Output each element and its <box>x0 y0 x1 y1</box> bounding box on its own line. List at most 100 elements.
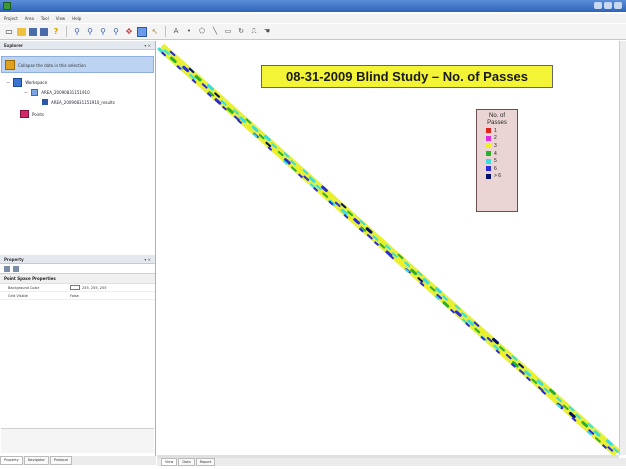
zoom-full-icon[interactable]: ⚲ <box>111 27 121 37</box>
tab-navigator[interactable]: Navigator <box>23 456 49 465</box>
zoom-extent-icon[interactable]: ⚲ <box>98 27 108 37</box>
categorized-icon[interactable] <box>4 265 10 272</box>
legend-item: > 6 <box>486 173 514 181</box>
minimize-icon[interactable] <box>594 2 602 9</box>
property-panel: Property ▾ × Point Space Properties Back… <box>0 255 155 461</box>
property-row[interactable]: Background Color 255, 255, 255 <box>0 284 155 292</box>
legend: No. of Passes 1 2 3 4 5 6 > 6 <box>476 109 518 212</box>
legend-label: 3 <box>494 142 497 149</box>
explorer-header: Explorer ▾ × <box>0 41 155 50</box>
new-icon[interactable]: ▭ <box>4 27 14 37</box>
tab-report[interactable]: Report <box>195 458 216 466</box>
zoom-in-icon[interactable]: ⚲ <box>72 27 82 37</box>
tree-points[interactable]: Points <box>20 110 44 118</box>
pointer-icon[interactable]: ↖ <box>150 27 160 37</box>
save-all-icon[interactable] <box>40 27 48 36</box>
legend-title-line: Passes <box>487 120 507 126</box>
draw-polygon-icon[interactable]: ⬠ <box>197 27 207 37</box>
legend-item: 6 <box>486 165 514 173</box>
collapse-toggle[interactable]: − <box>24 90 28 96</box>
tab-property[interactable]: Property <box>0 456 23 465</box>
save-icon[interactable] <box>29 27 37 36</box>
menu-bar: Project Area Tool View Help <box>0 14 626 23</box>
maximize-icon[interactable] <box>604 2 612 9</box>
legend-swatch <box>486 158 491 164</box>
menu-project[interactable]: Project <box>4 16 18 21</box>
menu-tool[interactable]: Tool <box>41 16 49 21</box>
tree-area[interactable]: − AREA_20090831151910 <box>24 89 90 96</box>
pass-track <box>157 43 619 455</box>
alphabetical-icon[interactable] <box>13 265 19 272</box>
legend-title: No. of Passes <box>480 113 514 127</box>
tab-data[interactable]: Data <box>178 458 195 466</box>
legend-label: 2 <box>494 135 497 142</box>
collapse-toggle[interactable]: − <box>6 80 10 86</box>
property-category: Point Space Properties <box>0 274 155 284</box>
tab-view[interactable]: View <box>161 458 178 466</box>
window-controls <box>594 2 622 9</box>
pan-icon[interactable]: ✥ <box>124 27 134 37</box>
legend-label: 1 <box>494 127 497 134</box>
panel-pin-icon[interactable]: ▾ × <box>144 257 151 262</box>
legend-label: 5 <box>494 158 497 165</box>
legend-item: 2 <box>486 135 514 143</box>
legend-item: 1 <box>486 127 514 135</box>
draw-line-icon[interactable]: ╲ <box>210 27 220 37</box>
tree-layer[interactable]: AREA_20090831151910_results <box>42 99 115 105</box>
property-value-text: 255, 255, 255 <box>82 285 107 290</box>
title-bar <box>0 0 626 12</box>
tree-label: AREA_20090831151910_results <box>51 99 115 105</box>
close-icon[interactable] <box>614 2 622 9</box>
toolbar: ▭ ? ⚲ ⚲ ⚲ ⚲ ✥ ↖ A • ⬠ ╲ ▭ ↻ ⎍ ☚ <box>0 24 626 40</box>
tab-protocol[interactable]: Protocol <box>49 456 73 465</box>
menu-view[interactable]: View <box>56 16 66 21</box>
property-value[interactable]: 255, 255, 255 <box>70 285 107 290</box>
left-panel-tabs: Property Navigator Protocol <box>0 456 156 465</box>
property-name: Grid Visible <box>8 293 28 298</box>
legend-label: 4 <box>494 150 497 157</box>
map-title: 08-31-2009 Blind Study – No. of Passes <box>261 65 553 88</box>
tree-workspace[interactable]: − Workspace <box>6 78 47 87</box>
property-row[interactable]: Grid Visible False <box>0 292 155 300</box>
measure-icon[interactable]: ▭ <box>223 27 233 37</box>
menu-area[interactable]: Area <box>25 16 34 21</box>
zoom-out-icon[interactable]: ⚲ <box>85 27 95 37</box>
legend-label: > 6 <box>494 173 502 180</box>
color-swatch <box>70 285 80 290</box>
help-icon[interactable]: ? <box>51 27 61 37</box>
menu-help[interactable]: Help <box>72 16 81 21</box>
legend-swatch <box>486 173 491 179</box>
explorer-toolbar[interactable]: Collapse the data in this selection <box>1 56 154 73</box>
left-panel: Explorer ▾ × Collapse the data in this s… <box>0 41 156 461</box>
rotate-icon[interactable]: ↻ <box>236 27 246 37</box>
hand-icon[interactable]: ☚ <box>262 27 272 37</box>
points-icon <box>20 110 29 118</box>
select-icon[interactable] <box>137 26 147 37</box>
legend-label: 6 <box>494 165 497 172</box>
legend-item: 4 <box>486 150 514 158</box>
legend-title-line: No. of <box>488 113 505 119</box>
draw-point-icon[interactable]: • <box>184 27 194 37</box>
legend-swatch <box>486 151 491 157</box>
workspace-icon <box>13 78 23 87</box>
property-toolbar <box>0 264 155 274</box>
property-value[interactable]: False <box>70 294 79 298</box>
ruler-icon[interactable]: ⎍ <box>249 27 259 37</box>
legend-swatch <box>486 143 491 149</box>
property-header: Property ▾ × <box>0 255 155 264</box>
open-icon[interactable] <box>17 27 26 36</box>
collapse-icon[interactable] <box>5 60 15 70</box>
panel-pin-icon[interactable]: ▾ × <box>144 43 151 48</box>
property-title: Property <box>4 256 24 262</box>
tree-label: Points <box>32 111 45 117</box>
legend-swatch <box>486 166 491 172</box>
legend-swatch <box>486 128 491 134</box>
map-view[interactable]: 08-31-2009 Blind Study – No. of Passes N… <box>157 41 619 455</box>
legend-item: 3 <box>486 142 514 150</box>
toolbar-separator <box>165 26 166 37</box>
app-icon <box>3 2 11 10</box>
vertical-scrollbar[interactable] <box>619 41 626 455</box>
dataset-icon <box>31 89 39 96</box>
legend-items: 1 2 3 4 5 6 > 6 <box>480 127 514 180</box>
draw-text-icon[interactable]: A <box>171 27 181 37</box>
